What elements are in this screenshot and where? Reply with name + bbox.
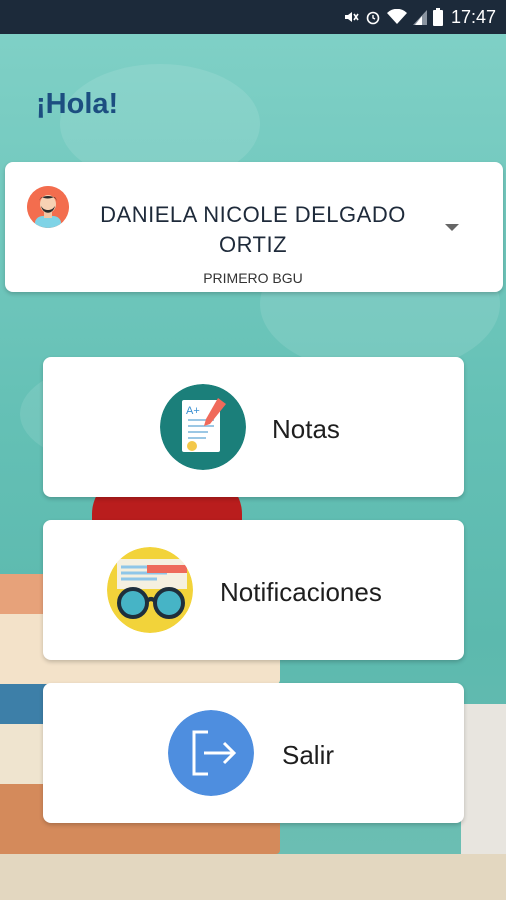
- mute-icon: [344, 12, 359, 22]
- signal-icon: [412, 10, 427, 25]
- alarm-icon: [366, 11, 380, 25]
- status-bar: 17:47: [0, 0, 506, 34]
- greeting-title: ¡Hola!: [36, 88, 119, 120]
- battery-icon: [432, 8, 443, 26]
- grades-icon: A+: [160, 384, 246, 470]
- grades-label: Notas: [272, 414, 340, 444]
- logout-icon: [168, 710, 254, 796]
- notifications-icon: [107, 547, 193, 633]
- wifi-icon: [386, 9, 407, 24]
- logout-button[interactable]: Salir: [43, 683, 464, 823]
- desk-image: [0, 854, 506, 900]
- notifications-label: Notificaciones: [220, 577, 382, 607]
- student-avatar-icon: [27, 186, 69, 228]
- student-name: DANIELA NICOLE DELGADO ORTIZ: [100, 202, 406, 257]
- student-grade: PRIMERO BGU: [203, 270, 303, 286]
- status-icons: [343, 8, 443, 26]
- logout-label: Salir: [282, 740, 335, 770]
- svg-text:A+: A+: [186, 405, 200, 417]
- avatar: [27, 186, 69, 228]
- status-time: 17:47: [450, 6, 496, 27]
- chevron-down-icon[interactable]: [445, 224, 459, 231]
- grades-button[interactable]: A+ Notas: [43, 357, 464, 497]
- notifications-button[interactable]: Notificaciones: [43, 520, 464, 660]
- student-selector[interactable]: DANIELA NICOLE DELGADO ORTIZ PRIMERO BGU: [5, 162, 503, 292]
